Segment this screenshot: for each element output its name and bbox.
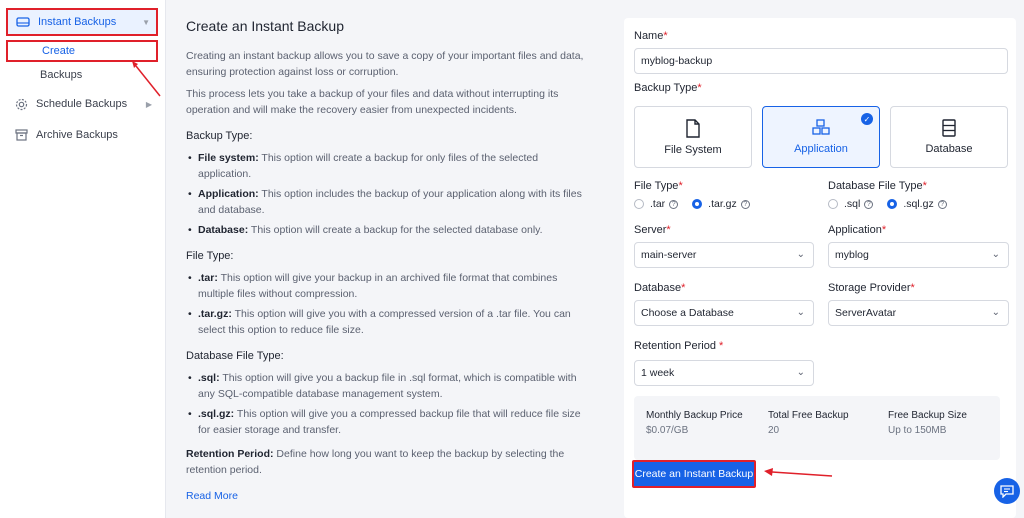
backup-form: Name* myblog-backup Backup Type* File Sy… — [624, 18, 1016, 518]
sidebar-item-label: Schedule Backups — [36, 98, 128, 110]
storage-provider-select[interactable]: ServerAvatar ⌄ — [828, 300, 1009, 326]
chevron-down-icon: ⌄ — [991, 307, 1000, 318]
sidebar-sub-backups[interactable]: Backups — [6, 64, 158, 86]
create-instant-backup-button[interactable]: Create an Instant Backup — [632, 460, 756, 488]
caret-down-icon: ▼ — [142, 17, 150, 27]
name-label: Name* — [634, 30, 668, 42]
help-icon[interactable]: ? — [864, 199, 874, 209]
list-item: .tar.gz: This option will give you with … — [186, 306, 586, 338]
section-heading: Database File Type: — [186, 350, 284, 362]
file-type-list: .tar: This option will give your backup … — [186, 270, 586, 338]
application-select[interactable]: myblog ⌄ — [828, 242, 1009, 268]
list-item: .sql: This option will give you a backup… — [186, 370, 586, 402]
sidebar-item-instant-backups[interactable]: Instant Backups ▼ — [6, 8, 158, 36]
backup-type-application[interactable]: ✓ Application — [762, 106, 880, 168]
chevron-down-icon: ⌄ — [991, 249, 1000, 260]
radio-circle[interactable] — [634, 199, 644, 209]
section-heading: Backup Type: — [186, 130, 253, 142]
section-heading: File Type: — [186, 250, 234, 262]
chat-icon — [1000, 484, 1014, 498]
radio-circle[interactable] — [887, 199, 898, 209]
database-icon — [942, 119, 956, 137]
chevron-down-icon: ⌄ — [796, 367, 805, 378]
sidebar-item-label: Archive Backups — [36, 129, 118, 141]
db-file-type-list: .sql: This option will give you a backup… — [186, 370, 586, 438]
storage-provider-label: Storage Provider* — [828, 282, 915, 294]
server-select[interactable]: main-server ⌄ — [634, 242, 814, 268]
intro-paragraph: Creating an instant backup allows you to… — [186, 50, 584, 78]
retention-period-select[interactable]: 1 week ⌄ — [634, 360, 814, 386]
radio-sql[interactable]: .sql? — [828, 198, 874, 210]
file-icon — [686, 118, 700, 138]
caret-right-icon: ▶ — [145, 99, 152, 109]
chevron-down-icon: ⌄ — [796, 249, 805, 260]
db-file-type-radios: .sql? .sql.gz? — [828, 198, 961, 210]
radio-circle[interactable] — [692, 199, 703, 209]
sidebar: Instant Backups ▼ Create Backups Schedul… — [0, 0, 166, 518]
file-type-radios: .tar? .tar.gz? — [634, 198, 764, 210]
free-backup-size: Free Backup Size Up to 150MB — [888, 410, 967, 436]
type-label: File System — [664, 143, 722, 156]
sidebar-sub-create[interactable]: Create — [6, 40, 158, 62]
sidebar-item-archive-backups[interactable]: Archive Backups — [6, 121, 158, 149]
retention-period-label: Retention Period * — [634, 340, 724, 352]
help-icon[interactable]: ? — [669, 199, 679, 209]
read-more-link[interactable]: Read More — [186, 488, 238, 504]
chevron-down-icon: ⌄ — [796, 307, 805, 318]
type-label: Application — [794, 143, 848, 155]
sidebar-item-label: Instant Backups — [38, 16, 117, 28]
backup-type-database[interactable]: Database — [890, 106, 1008, 168]
name-input[interactable]: myblog-backup — [634, 48, 1008, 74]
backup-type-list: File system: This option will create a b… — [186, 150, 586, 238]
list-item: .tar: This option will give your backup … — [186, 270, 586, 302]
archive-icon — [14, 128, 28, 142]
db-file-type-label: Database File Type* — [828, 180, 927, 192]
list-item: Application: This option includes the ba… — [186, 186, 586, 218]
radio-tar[interactable]: .tar? — [634, 198, 679, 210]
file-type-label: File Type* — [634, 180, 683, 192]
radio-tar-gz[interactable]: .tar.gz? — [692, 198, 750, 210]
check-icon: ✓ — [861, 113, 873, 125]
type-label: Database — [925, 143, 973, 155]
list-item: File system: This option will create a b… — [186, 150, 586, 182]
radio-sql-gz[interactable]: .sql.gz? — [887, 198, 947, 210]
server-label: Server* — [634, 224, 671, 236]
intro-paragraph: This process lets you take a backup of y… — [186, 88, 559, 116]
pricing-summary: Monthly Backup Price $0.07/GB Total Free… — [634, 396, 1000, 460]
application-label: Application* — [828, 224, 887, 236]
help-icon[interactable]: ? — [740, 199, 750, 209]
backup-type-file-system[interactable]: File System — [634, 106, 752, 168]
retention-info: Retention Period: Define how long you wa… — [186, 448, 565, 476]
total-free-backup: Total Free Backup 20 — [768, 410, 849, 436]
gear-icon — [14, 97, 28, 111]
backup-type-label: Backup Type* — [634, 82, 702, 94]
drive-icon — [16, 15, 30, 29]
monthly-price: Monthly Backup Price $0.07/GB — [646, 410, 743, 436]
chat-button[interactable] — [994, 478, 1020, 504]
database-select[interactable]: Choose a Database ⌄ — [634, 300, 814, 326]
radio-circle[interactable] — [828, 199, 838, 209]
info-panel: Create an Instant Backup Creating an ins… — [186, 18, 586, 504]
help-icon[interactable]: ? — [937, 199, 947, 209]
sidebar-item-schedule-backups[interactable]: Schedule Backups ▶ — [6, 90, 158, 118]
list-item: Database: This option will create a back… — [186, 222, 586, 238]
list-item: .sql.gz: This option will give you a com… — [186, 406, 586, 438]
database-label: Database* — [634, 282, 686, 294]
page-title: Create an Instant Backup — [186, 18, 344, 34]
cubes-icon — [812, 119, 830, 135]
